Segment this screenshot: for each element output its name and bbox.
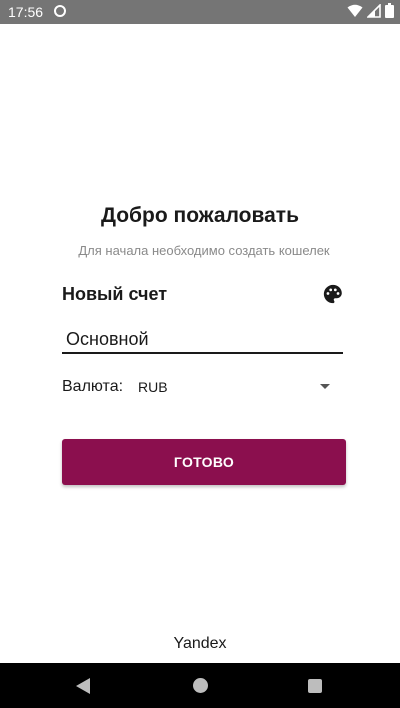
- battery-icon: [385, 3, 394, 18]
- navigation-bar: [0, 663, 400, 708]
- page-title: Добро пожаловать: [101, 204, 299, 227]
- status-time: 17:56: [8, 4, 44, 20]
- currency-label: Валюта:: [62, 378, 124, 395]
- wifi-icon: [347, 4, 363, 17]
- recents-icon[interactable]: [308, 679, 322, 693]
- page-subtitle: Для начала необходимо создать кошелек: [78, 243, 330, 258]
- currency-select[interactable]: RUB: [136, 376, 334, 398]
- currency-row: Валюта: RUB: [62, 376, 334, 398]
- notification-icon: [54, 5, 66, 17]
- done-button[interactable]: ГОТОВО: [62, 439, 346, 485]
- chevron-down-icon: [320, 384, 330, 389]
- status-bar: 17:56: [0, 0, 400, 24]
- home-icon[interactable]: [193, 678, 208, 693]
- footer-brand: Yandex: [173, 635, 227, 652]
- palette-icon[interactable]: [322, 283, 344, 305]
- signal-icon: [367, 3, 381, 18]
- account-name-input[interactable]: [62, 326, 343, 354]
- new-account-heading: Новый счет: [62, 284, 168, 304]
- back-icon[interactable]: [76, 678, 90, 694]
- status-icons: [347, 3, 394, 18]
- currency-value: RUB: [138, 379, 168, 395]
